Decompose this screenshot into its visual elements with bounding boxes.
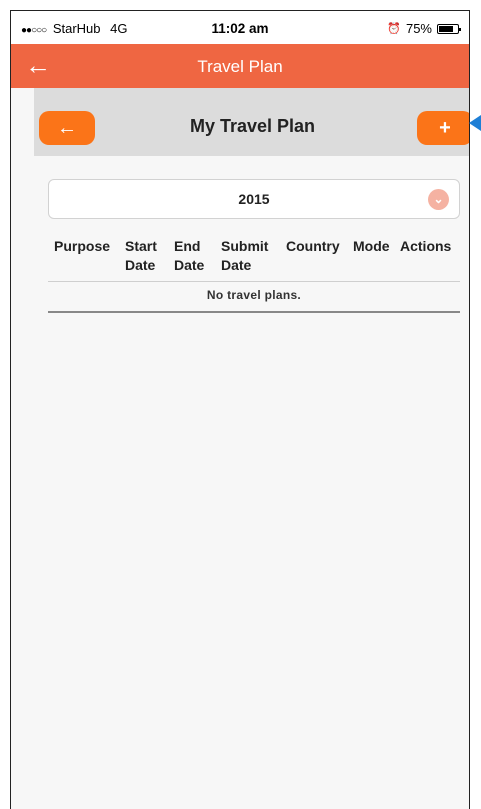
add-travel-plan-button[interactable]: + [417,111,469,145]
column-header-start-date: Start Date [125,238,157,273]
battery-icon [437,23,461,34]
nav-title: Travel Plan [197,57,283,76]
column-header-country: Country [286,238,340,254]
phone-frame: ●●○○○ StarHub 4G 11:02 am ⏰ 75% ← Travel… [10,10,470,809]
nav-bar: ← Travel Plan [11,44,469,88]
page-header: ← My Travel Plan + [34,88,469,156]
empty-state-message: No travel plans. [48,282,460,313]
column-header-submit-date: Submit Date [221,238,269,273]
column-header-mode: Mode [353,238,390,254]
plus-icon: + [439,116,451,139]
chevron-down-icon: ⌄ [428,189,449,210]
page-title: My Travel Plan [189,116,316,136]
year-select-value: 2015 [238,191,270,207]
year-select[interactable]: 2015 ⌄ [48,179,460,219]
battery-percent: 75% [405,21,432,36]
travel-plan-table: Purpose Start Date End Date Submit Date … [48,234,460,313]
table-header: Purpose Start Date End Date Submit Date … [48,234,460,282]
alarm-icon: ⏰ [387,23,401,35]
column-header-end-date: End Date [174,238,205,273]
status-bar: ●●○○○ StarHub 4G 11:02 am ⏰ 75% [11,11,469,44]
pointer-arrow-icon [469,115,481,131]
column-header-actions: Actions [400,238,452,254]
column-header-purpose: Purpose [54,238,111,254]
main-content: 2015 ⌄ Purpose Start Date End Date Submi… [34,156,469,809]
